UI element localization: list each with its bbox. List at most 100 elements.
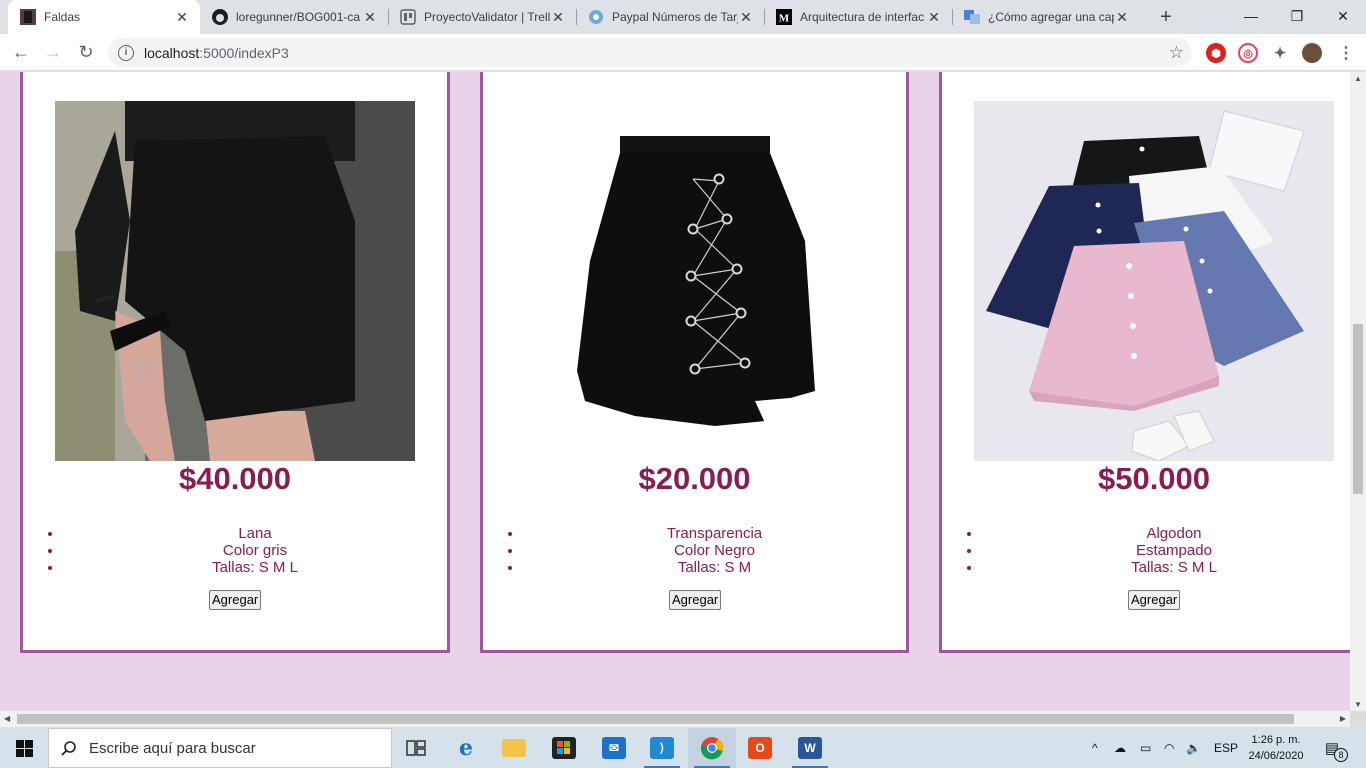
vertical-scroll-thumb[interactable] [1353,324,1363,494]
mail-icon[interactable]: ✉ [590,728,638,768]
product-price: $40.000 [178,461,292,496]
horizontal-scroll-thumb[interactable] [17,714,1294,724]
file-explorer-icon[interactable] [490,728,538,768]
product-image-black-asymmetric-skirt [55,101,415,461]
add-to-cart-button[interactable]: Agregar [669,590,722,610]
feature-item: Tallas: S M [523,559,906,576]
feature-item: Lana [63,525,447,542]
skirt-favicon-icon [20,9,36,25]
address-bar[interactable]: i localhost:5000/indexP3 ☆ [108,38,1192,67]
system-clock[interactable]: 1:26 p. m. 24/06/2020 [1240,732,1312,764]
translate-icon [964,9,980,25]
feature-item: Tallas: S M L [982,559,1350,576]
feature-item: Estampado [982,542,1350,559]
close-tab-icon[interactable]: ✕ [174,9,190,25]
tray-chevron-icon[interactable]: ^ [1092,728,1098,768]
scroll-down-icon[interactable]: ▼ [1354,700,1362,709]
wifi-icon[interactable]: ◠ [1164,728,1174,768]
close-tab-icon[interactable]: ✕ [1114,9,1130,25]
tab-paypal[interactable]: Paypal Números de Tarj ✕ [576,0,764,34]
github-icon [212,9,228,25]
clock-time: 1:26 p. m. [1251,734,1301,746]
new-tab-icon[interactable]: + [1154,5,1178,29]
feature-item: Algodon [982,525,1350,542]
taskbar-search-box[interactable]: Escribe aquí para buscar [48,728,392,768]
action-center-icon[interactable]: ▤ 8 [1320,736,1348,762]
product-card: $50.000 Algodon Estampado Tallas: S M L … [939,72,1350,653]
tab-title: Faldas [44,10,81,24]
vscode-icon[interactable]: ⟩ [638,728,686,768]
tab-title: loregunner/BOG001-ca [236,10,361,24]
battery-icon[interactable]: ▭ [1140,728,1151,768]
adblock-extension-icon[interactable]: ⬢ [1206,43,1226,63]
scroll-left-icon[interactable]: ◀ [4,714,10,723]
feature-item: Tallas: S M L [63,559,447,576]
page-viewport: $40.000 Lana Color gris Tallas: S M L Ag… [0,72,1350,711]
feature-item: Transparencia [523,525,906,542]
horizontal-scrollbar[interactable]: ◀ ▶ [0,711,1350,727]
trello-icon [400,9,416,25]
product-price: $50.000 [1097,461,1211,496]
microsoft-store-icon[interactable] [540,728,588,768]
office-icon[interactable]: O [736,728,784,768]
word-icon[interactable]: W [786,728,834,768]
add-to-cart-button[interactable]: Agregar [1128,590,1181,610]
notification-count-badge: 8 [1334,748,1348,762]
reload-icon[interactable]: ↻ [73,39,99,65]
windows-start-icon[interactable] [0,728,48,768]
tab-title: Arquitectura de interfac [800,10,925,24]
product-card: $20.000 Transparencia Color Negro Tallas… [480,72,909,653]
tab-title: ProyectoValidator | Trell [424,10,550,24]
tab-translate[interactable]: ¿Cómo agregar una cap ✕ [952,0,1140,34]
vertical-scrollbar[interactable]: ▲ ▼ [1350,72,1366,711]
close-tab-icon[interactable]: ✕ [362,9,378,25]
minimize-icon[interactable]: — [1228,0,1274,32]
volume-icon[interactable]: 🔈 [1186,728,1201,768]
input-language[interactable]: ESP [1214,728,1238,768]
task-view-icon[interactable] [392,728,440,768]
chrome-icon[interactable] [688,728,736,768]
product-image-pleated-skirts [974,101,1334,461]
url-text: localhost:5000/indexP3 [144,44,289,61]
paypal-icon [588,9,604,25]
scroll-right-icon[interactable]: ▶ [1340,714,1346,723]
extensions-puzzle-icon[interactable]: ✦ [1270,43,1290,63]
clock-date: 24/06/2020 [1248,750,1304,762]
feature-item: Color Negro [523,542,906,559]
product-features-list: Lana Color gris Tallas: S M L [23,525,447,576]
search-icon [49,740,89,756]
tab-trello[interactable]: ProyectoValidator | Trell ✕ [388,0,576,34]
menu-kebab-icon[interactable]: ⋮ [1336,43,1356,63]
svg-text:M: M [779,13,790,25]
close-tab-icon[interactable]: ✕ [738,9,754,25]
tab-github[interactable]: loregunner/BOG001-ca ✕ [200,0,388,34]
add-to-cart-button[interactable]: Agregar [209,590,262,610]
close-tab-icon[interactable]: ✕ [550,9,566,25]
tab-faldas[interactable]: Faldas ✕ [8,0,200,34]
screencastify-extension-icon[interactable]: ◎ [1238,43,1258,63]
scrollbar-corner [1350,711,1366,727]
product-features-list: Algodon Estampado Tallas: S M L [942,525,1350,576]
product-image-black-lace-up-skirt [515,101,875,461]
tab-strip: Faldas ✕ loregunner/BOG001-ca ✕ Proyecto… [0,0,1366,34]
scroll-up-icon[interactable]: ▲ [1354,74,1362,83]
edge-browser-icon[interactable]: e [442,728,490,768]
restore-icon[interactable]: ❐ [1274,0,1320,32]
onedrive-sync-icon[interactable]: ☁ [1114,728,1126,768]
product-card: $40.000 Lana Color gris Tallas: S M L Ag… [20,72,450,653]
medium-icon: M [776,9,792,25]
browser-toolbar: ← → ↻ i localhost:5000/indexP3 ☆ ⬢ ◎ ✦ ⋮ [0,34,1366,71]
back-arrow-icon[interactable]: ← [8,39,34,65]
site-info-icon[interactable]: i [118,44,134,61]
close-window-icon[interactable]: ✕ [1320,0,1366,32]
bookmark-star-icon[interactable]: ☆ [1169,43,1184,63]
tab-title: ¿Cómo agregar una cap [988,10,1114,24]
windows-taskbar: Escribe aquí para buscar e ✉ ⟩ O W ^ ☁ ▭… [0,728,1366,768]
feature-item: Color gris [63,542,447,559]
forward-arrow-icon[interactable]: → [40,39,66,65]
tab-medium[interactable]: M Arquitectura de interfac ✕ [764,0,952,34]
close-tab-icon[interactable]: ✕ [926,9,942,25]
profile-avatar[interactable] [1302,43,1322,63]
product-price: $20.000 [638,461,751,496]
search-placeholder: Escribe aquí para buscar [89,739,256,757]
